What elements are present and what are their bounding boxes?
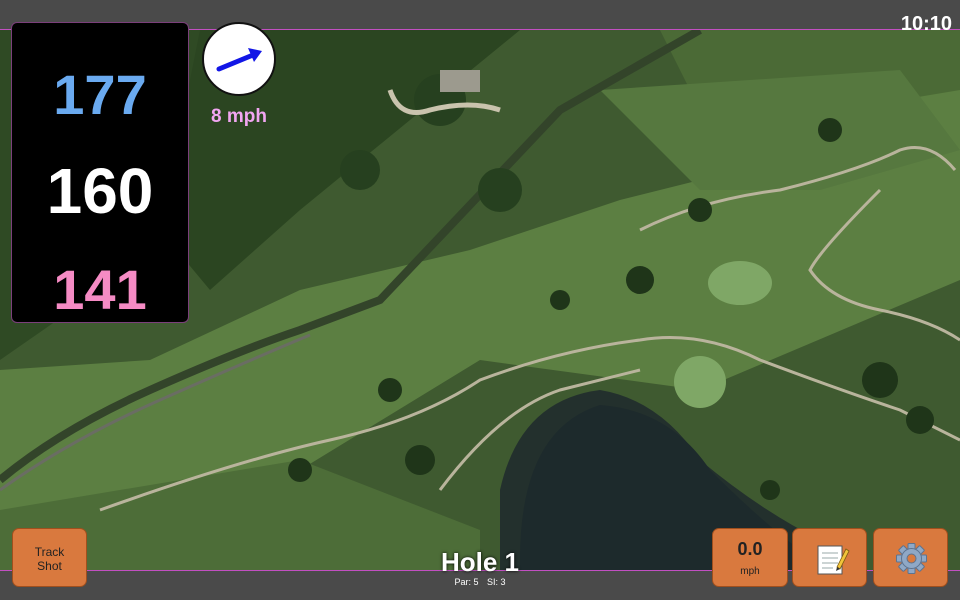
wind-arrow-icon (216, 48, 262, 72)
wind-direction-dial (202, 22, 276, 96)
par-label: Par: 5 (454, 577, 479, 587)
wind-value: 0.0 (737, 539, 763, 559)
distance-panel: 177 160 141 (11, 22, 189, 323)
gear-icon (896, 543, 927, 574)
wind-speed-button[interactable]: 0.0 mph (712, 528, 788, 587)
notes-button[interactable] (792, 528, 867, 587)
wind-speed-label: 8 mph (211, 106, 267, 127)
back-distance: 177 (53, 63, 147, 126)
hole-title: Hole 1 (440, 547, 520, 577)
hole-info: Par: 5 SI: 3 (380, 577, 580, 587)
settings-button[interactable] (873, 528, 948, 587)
si-label: SI: 3 (487, 577, 506, 587)
track-shot-label-line1: Track (34, 545, 65, 559)
middle-distance: 160 (46, 155, 154, 227)
track-shot-button[interactable]: Track Shot (12, 528, 87, 587)
front-distance: 141 (53, 258, 147, 321)
notepad-icon (817, 545, 850, 575)
wind-unit: mph (740, 566, 760, 577)
track-shot-label-line2: Shot (37, 559, 62, 573)
